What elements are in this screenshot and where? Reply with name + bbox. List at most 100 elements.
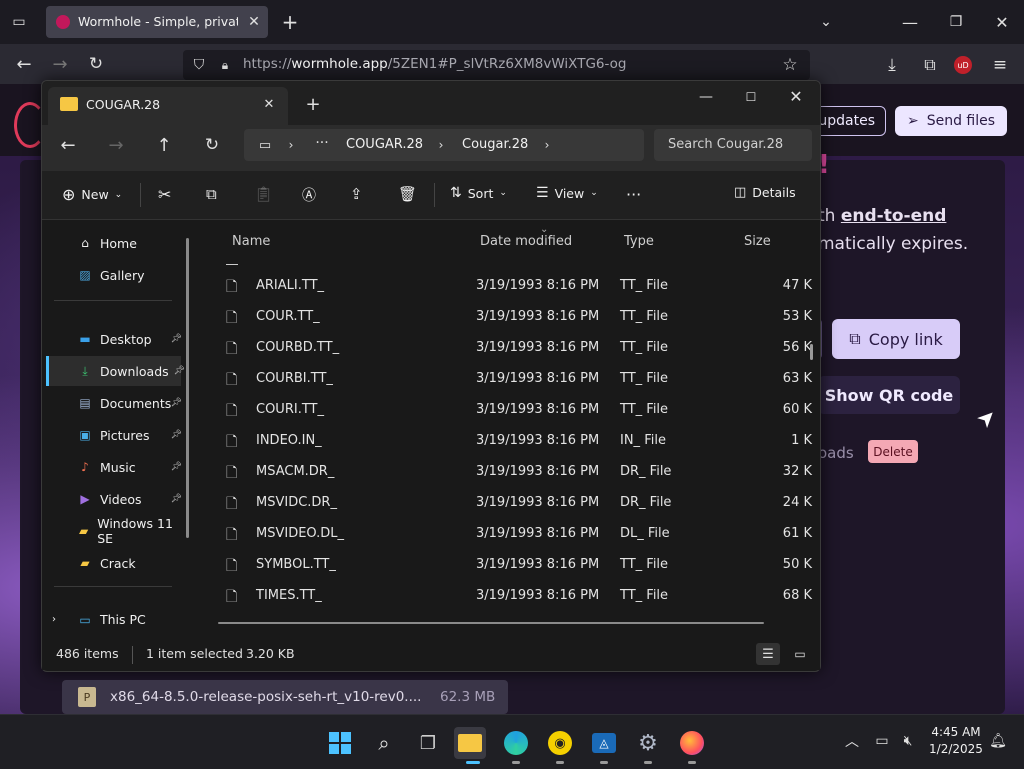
extensions-icon[interactable]: ⧉ xyxy=(918,53,942,77)
pin-icon[interactable]: 📌︎ xyxy=(171,334,182,344)
url-text[interactable]: https://wormhole.app/5ZEN1#P_slVtRz6XM8v… xyxy=(243,56,626,72)
close-tab-icon[interactable]: ✕ xyxy=(244,12,264,32)
share-icon[interactable]: ⇪ xyxy=(350,185,363,203)
shield-icon[interactable]: ⛉ xyxy=(189,55,209,75)
table-row[interactable]: 🗋︎ COURI.TT_ 3/19/1993 8:16 PM TT_ File … xyxy=(222,394,812,425)
view-button[interactable]: ☰ View ⌄ xyxy=(536,185,598,201)
close-tab-icon[interactable]: ✕ xyxy=(260,95,278,113)
forward-icon[interactable]: → xyxy=(104,133,128,157)
details-button[interactable]: ◫ Details xyxy=(734,185,796,200)
notification-bell-icon[interactable]: 🔔︎ xyxy=(988,731,1008,751)
breadcrumb-item[interactable]: Cougar.28 xyxy=(462,137,528,152)
pin-icon[interactable]: 📌︎ xyxy=(174,366,185,376)
settings-gear-icon[interactable]: ⚙ xyxy=(632,727,664,759)
table-row[interactable]: 🗋︎ ARIALI.TT_ 3/19/1993 8:16 PM TT_ File… xyxy=(222,270,812,301)
monitor-app-icon[interactable]: ◬ xyxy=(588,727,620,759)
pin-icon[interactable]: 📌︎ xyxy=(171,494,182,504)
clock-date[interactable]: 1/2/2025 xyxy=(926,742,986,756)
reload-icon[interactable]: ↻ xyxy=(84,52,108,76)
download-item[interactable]: P x86_64-8.5.0-release-posix-seh-rt_v10-… xyxy=(62,680,508,714)
column-header-date-modified[interactable]: Date modified xyxy=(480,234,572,249)
search-box[interactable]: Search Cougar.28 xyxy=(654,129,812,161)
rename-icon[interactable]: Ⓐ xyxy=(302,185,316,205)
table-row[interactable]: 🗋︎ SYMBOL.TT_ 3/19/1993 8:16 PM TT_ File… xyxy=(222,549,812,580)
maximize-icon[interactable]: ☐ xyxy=(739,85,763,109)
chevron-right-icon[interactable]: › xyxy=(52,614,56,625)
nav-item-videos[interactable]: ▶ Videos 📌︎ xyxy=(46,484,182,514)
paste-icon[interactable]: 📋︎ xyxy=(254,185,273,203)
up-icon[interactable]: ↑ xyxy=(152,133,176,157)
show-qr-code-button[interactable]: Show QR code xyxy=(818,376,960,414)
forward-icon[interactable]: → xyxy=(48,52,72,76)
tab-list-icon[interactable]: ▭ xyxy=(8,12,30,32)
edge-icon[interactable] xyxy=(500,727,532,759)
column-header-size[interactable]: Size xyxy=(744,234,771,249)
clock-time[interactable]: 4:45 AM xyxy=(926,725,986,739)
table-row[interactable]: 🗋︎ COURBD.TT_ 3/19/1993 8:16 PM TT_ File… xyxy=(222,332,812,363)
nav-item-downloads[interactable]: ⤓ Downloads 📌︎ xyxy=(46,356,185,386)
nav-item-desktop[interactable]: ▬ Desktop 📌︎ xyxy=(46,324,182,354)
network-icon[interactable]: ▭ xyxy=(872,731,892,751)
nav-item-pictures[interactable]: ▣ Pictures 📌︎ xyxy=(46,420,182,450)
delete-button[interactable]: Delete xyxy=(868,440,918,463)
back-icon[interactable]: ← xyxy=(12,52,36,76)
ublock-icon[interactable]: uD xyxy=(954,56,972,74)
refresh-icon[interactable]: ↻ xyxy=(200,133,224,157)
explorer-tab[interactable]: COUGAR.28 ✕ xyxy=(48,87,288,125)
file-explorer-icon[interactable] xyxy=(454,727,486,759)
more-path-icon[interactable]: ··· xyxy=(312,134,332,152)
volume-muted-icon[interactable]: 🔇︎ xyxy=(898,731,918,751)
minimize-icon[interactable]: — xyxy=(694,85,718,109)
table-row[interactable]: 🗋︎ MSACM.DR_ 3/19/1993 8:16 PM DR_ File … xyxy=(222,456,812,487)
menu-icon[interactable]: ≡ xyxy=(988,53,1012,77)
table-row[interactable]: 🗋︎ TIMES.TT_ 3/19/1993 8:16 PM TT_ File … xyxy=(222,580,812,611)
task-view-icon[interactable]: ❐ xyxy=(412,727,444,759)
send-files-button[interactable]: ➢ Send files xyxy=(895,106,1007,136)
nav-item-music[interactable]: ♪ Music 📌︎ xyxy=(46,452,182,482)
table-row[interactable]: 🗋︎ COUR.TT_ 3/19/1993 8:16 PM TT_ File 5… xyxy=(222,301,812,332)
list-all-tabs-icon[interactable]: ⌄ xyxy=(814,10,838,34)
new-tab-icon[interactable]: + xyxy=(302,93,324,115)
nav-item-home[interactable]: ⌂ Home xyxy=(46,228,178,258)
browser-tab[interactable]: Wormhole - Simple, private file ✕ xyxy=(46,6,268,38)
start-windows-icon[interactable] xyxy=(324,727,356,759)
nav-item-crack[interactable]: ▰ Crack xyxy=(46,548,178,578)
column-header-name[interactable]: Name xyxy=(232,234,270,249)
nav-item-this-pc[interactable]: › ▭ This PC xyxy=(46,612,178,634)
table-row[interactable]: 🗋︎ INDEO.IN_ 3/19/1993 8:16 PM IN_ File … xyxy=(222,425,812,456)
new-tab-icon[interactable]: + xyxy=(278,10,302,34)
chevron-right-icon[interactable]: › xyxy=(540,136,554,154)
details-view-icon[interactable]: ☰ xyxy=(756,643,780,665)
table-row[interactable]: 🗋︎ COURBI.TT_ 3/19/1993 8:16 PM TT_ File… xyxy=(222,363,812,394)
downloads-icon[interactable]: ⤓ xyxy=(880,53,904,77)
nav-item-windows-11-se[interactable]: ▰ Windows 11 SE xyxy=(46,516,178,546)
delete-icon[interactable]: 🗑︎ xyxy=(398,185,417,203)
new-button[interactable]: ⊕ New ⌄ xyxy=(62,185,122,204)
table-row[interactable]: 🗋︎ MSVIDC.DR_ 3/19/1993 8:16 PM DR_ File… xyxy=(222,487,812,518)
close-window-icon[interactable]: ✕ xyxy=(784,84,808,108)
firefox-icon[interactable] xyxy=(676,727,708,759)
search-icon[interactable]: ⌕ xyxy=(368,727,400,759)
table-row[interactable]: 🗋︎ MSVIDEO.DL_ 3/19/1993 8:16 PM DL_ Fil… xyxy=(222,518,812,549)
pin-icon[interactable]: 📌︎ xyxy=(171,462,182,472)
restore-icon[interactable]: ❐ xyxy=(944,10,968,34)
close-window-icon[interactable]: ✕ xyxy=(990,10,1014,34)
tiles-view-icon[interactable]: ▭ xyxy=(788,643,812,665)
breadcrumb-item[interactable]: COUGAR.28 xyxy=(346,137,423,152)
pin-icon[interactable]: 📌︎ xyxy=(171,398,182,408)
column-header-type[interactable]: Type xyxy=(624,234,654,249)
nav-item-gallery[interactable]: ▨ Gallery xyxy=(46,260,178,290)
more-options-icon[interactable]: ··· xyxy=(626,185,641,204)
cut-icon[interactable]: ✂ xyxy=(158,185,171,204)
sort-button[interactable]: ⇅ Sort ⌄ xyxy=(450,185,507,201)
url-bar[interactable]: ⛉ 🔒︎ https://wormhole.app/5ZEN1#P_slVtRz… xyxy=(183,50,810,80)
copy-link-button[interactable]: ⧉ Copy link xyxy=(832,319,960,359)
copy-icon[interactable]: ⧉ xyxy=(206,185,217,203)
nav-item-documents[interactable]: ▤ Documents 📌︎ xyxy=(46,388,182,418)
chat-app-icon[interactable]: ◉ xyxy=(544,727,576,759)
lock-icon[interactable]: 🔒︎ xyxy=(215,55,235,75)
chevron-up-icon[interactable]: ︿ xyxy=(842,731,862,751)
horizontal-scrollbar[interactable] xyxy=(218,622,764,624)
vertical-scrollbar[interactable] xyxy=(810,344,813,360)
pin-icon[interactable]: 📌︎ xyxy=(171,430,182,440)
